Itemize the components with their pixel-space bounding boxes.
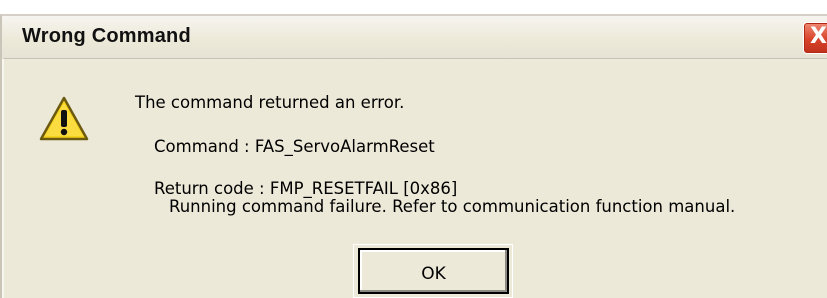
dialog-content: The command returned an error. Command :… [2, 58, 827, 298]
ok-button-label: OK [421, 264, 446, 284]
failure-description: Running command failure. Refer to commun… [169, 197, 736, 216]
return-code-text: Return code : FMP_RESETFAIL [0x86] [154, 179, 458, 198]
close-icon: X [810, 24, 827, 49]
dialog-title: Wrong Command [22, 25, 191, 47]
ok-button-face[interactable]: OK [358, 248, 509, 294]
title-bar[interactable]: Wrong Command X [2, 16, 827, 58]
wrong-command-dialog: Wrong Command X The command returned an … [0, 14, 827, 298]
ok-button[interactable]: OK [353, 244, 513, 298]
close-button[interactable]: X [803, 22, 827, 54]
error-message: The command returned an error. [135, 93, 405, 112]
command-text: Command : FAS_ServoAlarmReset [154, 137, 435, 156]
warning-icon [39, 96, 89, 141]
